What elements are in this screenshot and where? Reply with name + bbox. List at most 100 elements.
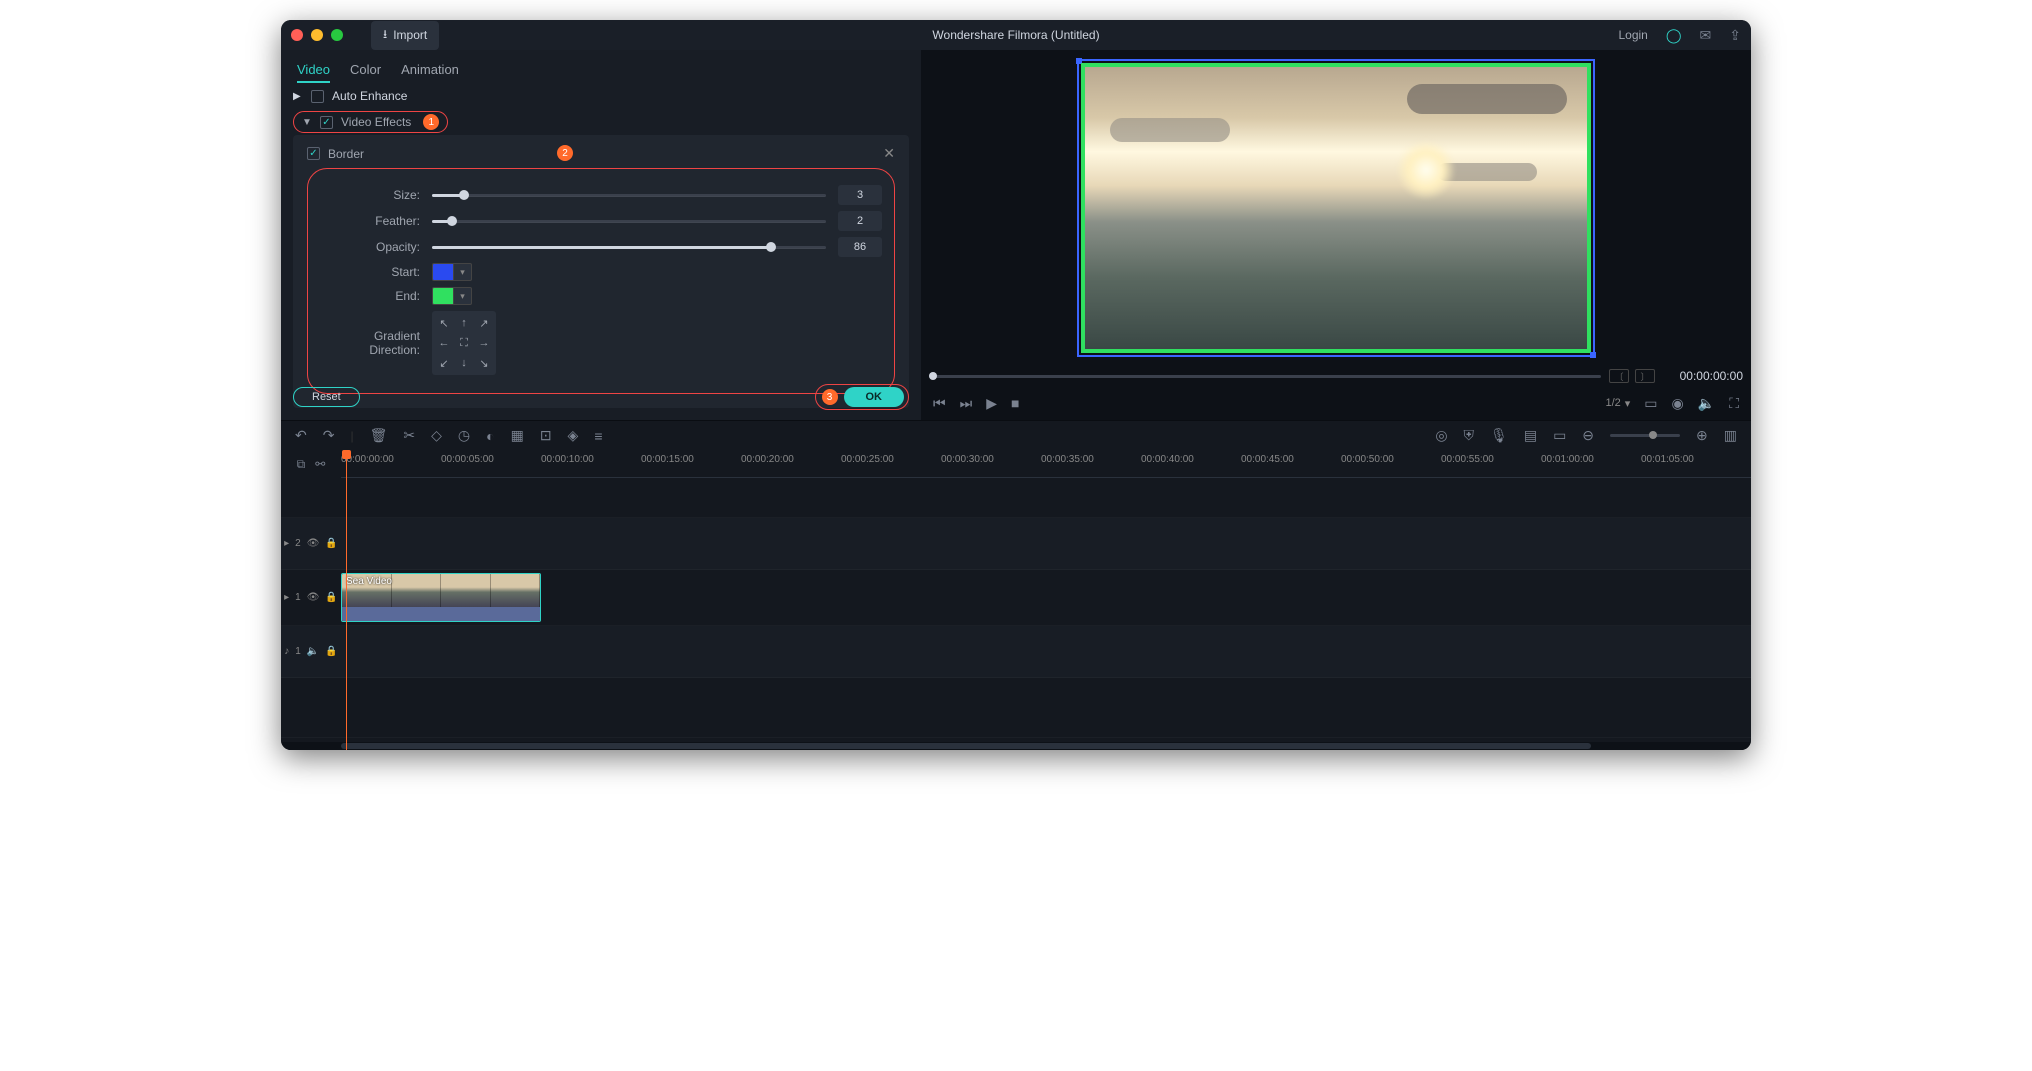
tab-video[interactable]: Video (297, 58, 330, 83)
video-effects-row[interactable]: ▼ Video Effects 1 (293, 111, 448, 133)
volume-icon[interactable]: 🔈 (307, 646, 319, 657)
export-icon[interactable]: ⇪ (1729, 27, 1741, 44)
mark-in-button[interactable]: 〔 (1609, 369, 1629, 383)
playhead[interactable] (346, 450, 347, 750)
grad-c[interactable]: ⛶ (455, 334, 473, 352)
keyframe-icon[interactable]: ◈ (568, 427, 579, 444)
zoom-in-icon[interactable]: ⊕ (1696, 427, 1708, 444)
track-type-icon: ♪ (284, 646, 289, 657)
cut-icon[interactable]: ✂ (403, 427, 415, 444)
eye-icon[interactable]: 👁 (307, 592, 320, 603)
ok-annotation-wrap: 3 OK (815, 384, 910, 410)
minimize-window-icon[interactable] (311, 29, 323, 41)
preview-image (1085, 67, 1587, 349)
import-button[interactable]: ⭳ Import (371, 21, 439, 50)
reset-button[interactable]: Reset (293, 387, 360, 407)
ruler-stamp: 00:00:10:00 (541, 454, 594, 465)
maximize-window-icon[interactable] (331, 29, 343, 41)
timeline-clip[interactable]: Sea Video (341, 573, 541, 622)
lock-icon[interactable]: 🔒 (325, 538, 337, 549)
greenscreen-icon[interactable]: ▦ (511, 427, 524, 444)
opacity-value[interactable]: 86 (838, 237, 882, 257)
grad-nw[interactable]: ↖ (435, 314, 453, 332)
headset-icon[interactable]: ◯ (1666, 27, 1682, 44)
video-effects-checkbox[interactable] (320, 116, 333, 129)
grad-se[interactable]: ↘ (475, 354, 493, 372)
feather-label: Feather: (320, 214, 420, 228)
mic-icon[interactable]: 🎙 (1490, 427, 1508, 444)
track-audio-1[interactable]: ♪1 🔈 🔒 (281, 626, 1751, 678)
preview-canvas[interactable] (921, 50, 1751, 366)
grad-sw[interactable]: ↙ (435, 354, 453, 372)
step-forward-icon[interactable]: ⏭ (960, 395, 973, 412)
feather-value[interactable]: 2 (838, 211, 882, 231)
auto-enhance-checkbox[interactable] (311, 90, 324, 103)
mixer-icon[interactable]: ▤ (1524, 427, 1537, 444)
fullscreen-icon[interactable]: ⛶ (1729, 395, 1739, 412)
track-video-1[interactable]: ▸1 👁 🔒 Sea Video (281, 570, 1751, 626)
grad-s[interactable]: ↓ (455, 354, 473, 372)
prev-frame-icon[interactable]: ⏮ (933, 395, 946, 412)
tracking-icon[interactable]: ⊡ (540, 427, 552, 444)
start-color-row: Start: ▾ (320, 263, 882, 281)
auto-enhance-row[interactable]: ▶ Auto Enhance (281, 83, 921, 109)
speed-icon[interactable]: ◷ (458, 427, 470, 444)
grad-e[interactable]: → (475, 334, 493, 352)
play-icon[interactable]: ▶ (986, 395, 997, 412)
grad-w[interactable]: ← (435, 334, 453, 352)
tab-color[interactable]: Color (350, 58, 381, 83)
delete-icon[interactable]: 🗑 (370, 427, 388, 444)
zoom-out-icon[interactable]: ⊖ (1582, 427, 1594, 444)
close-window-icon[interactable] (291, 29, 303, 41)
timeline-hscroll[interactable] (281, 742, 1751, 750)
start-color-picker[interactable]: ▾ (432, 263, 472, 281)
track-video-2[interactable]: ▸2 👁 🔒 (281, 518, 1751, 570)
timeline-zoom-slider[interactable] (1610, 434, 1680, 437)
feather-slider[interactable] (432, 214, 826, 228)
lock-icon[interactable]: 🔒 (325, 646, 337, 657)
opacity-slider[interactable] (432, 240, 826, 254)
lock-icon[interactable]: 🔒 (325, 592, 337, 603)
track-link-icon[interactable]: ⚯ (315, 457, 325, 471)
grad-n[interactable]: ↑ (455, 314, 473, 332)
reframe-icon[interactable]: ▭ (1553, 427, 1566, 444)
shield-icon[interactable]: ⛨ (1464, 427, 1475, 444)
track-empty (281, 678, 1751, 738)
mark-out-button[interactable]: 〕 (1635, 369, 1655, 383)
snapshot-icon[interactable]: ◉ (1672, 395, 1684, 412)
inspector-tabs: Video Color Animation (281, 50, 921, 83)
stop-icon[interactable]: ■ (1011, 395, 1019, 411)
undo-icon[interactable]: ↶ (295, 427, 307, 444)
zoom-fit-icon[interactable]: ▥ (1724, 427, 1737, 444)
border-checkbox[interactable] (307, 147, 320, 160)
display-icon[interactable]: ▭ (1644, 395, 1657, 412)
preview-controls: ⏮ ⏭ ▶ ■ 1/2 ▾ ▭ ◉ 🔈 ⛶ (921, 386, 1751, 420)
mid-area: Video Color Animation ▶ Auto Enhance ▼ V… (281, 50, 1751, 420)
tab-animation[interactable]: Animation (401, 58, 459, 83)
marker-icon[interactable]: ◎ (1435, 427, 1447, 444)
login-button[interactable]: Login (1618, 28, 1647, 42)
grad-ne[interactable]: ↗ (475, 314, 493, 332)
border-header: Border 2 ✕ (307, 145, 895, 168)
end-label: End: (320, 289, 420, 303)
start-label: Start: (320, 265, 420, 279)
size-slider[interactable] (432, 188, 826, 202)
crop-icon[interactable]: ◇ (431, 427, 442, 444)
eye-icon[interactable]: 👁 (307, 538, 320, 549)
color-icon[interactable]: ◐ (486, 428, 494, 444)
track-add-icon[interactable]: ⧉ (297, 457, 306, 472)
mail-icon[interactable]: ✉ (1700, 27, 1712, 44)
preview-progress[interactable] (929, 375, 1601, 378)
end-color-picker[interactable]: ▾ (432, 287, 472, 305)
preview-zoom-select[interactable]: 1/2 ▾ (1605, 397, 1630, 410)
size-value[interactable]: 3 (838, 185, 882, 205)
volume-icon[interactable]: 🔈 (1698, 395, 1715, 412)
annotation-badge-2: 2 (557, 145, 573, 161)
timeline-ruler[interactable]: 00:00:00:0000:00:05:0000:00:10:0000:00:1… (341, 450, 1751, 478)
redo-icon[interactable]: ↷ (323, 427, 335, 444)
selection-frame[interactable] (1077, 59, 1595, 357)
adjust-icon[interactable]: ≡ (594, 428, 602, 444)
close-icon[interactable]: ✕ (883, 145, 895, 162)
size-label: Size: (320, 188, 420, 202)
ok-button[interactable]: OK (844, 387, 905, 407)
